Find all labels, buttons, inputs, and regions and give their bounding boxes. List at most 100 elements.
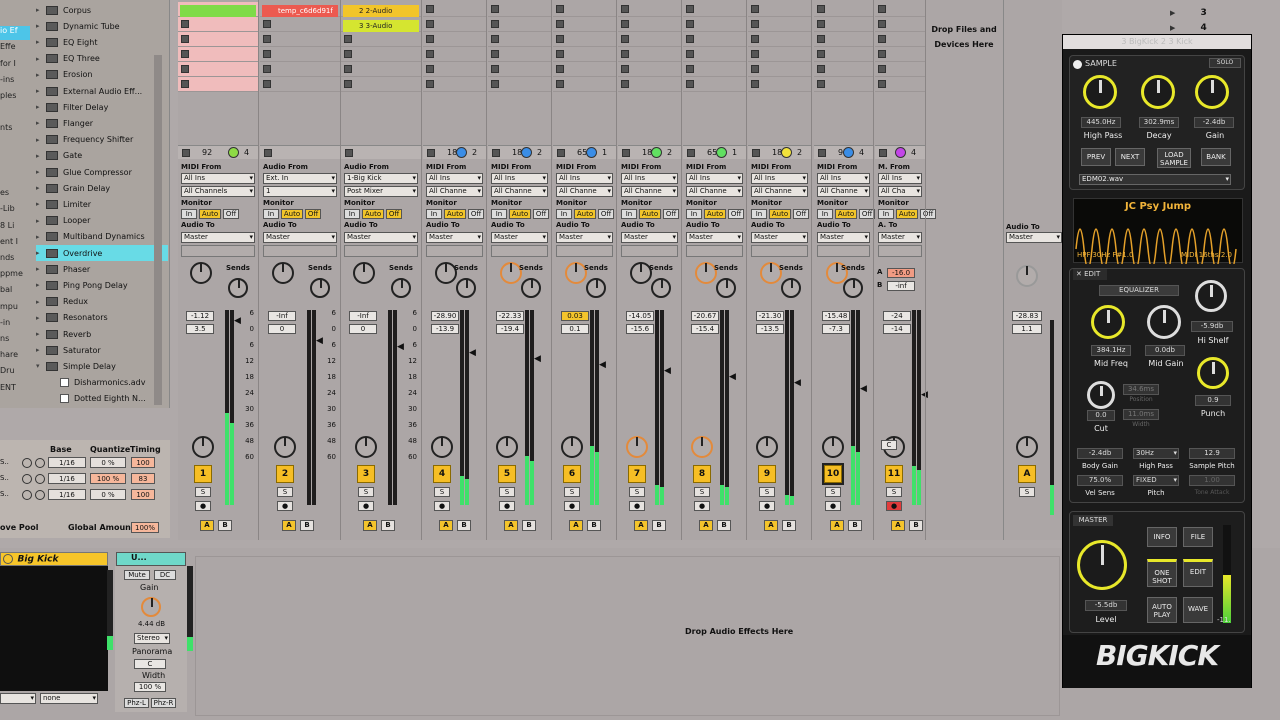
output-sub-select[interactable]: [556, 245, 613, 257]
track-activator[interactable]: 10: [822, 463, 844, 485]
commit-icon[interactable]: [35, 490, 45, 500]
clip-slot[interactable]: [875, 32, 925, 47]
solo-button[interactable]: S: [886, 487, 902, 497]
stop-all-icon[interactable]: [492, 149, 500, 157]
browser-item[interactable]: ▸ Gate: [36, 148, 168, 164]
disclosure-icon[interactable]: ▸: [36, 103, 46, 111]
volume-value[interactable]: 0.03: [561, 311, 589, 321]
return-send-knob[interactable]: [1016, 265, 1038, 287]
monitor-in[interactable]: In: [181, 209, 197, 219]
utility-title-bar[interactable]: U...: [116, 552, 186, 566]
input-channel-select[interactable]: All Cha: [878, 186, 922, 197]
clip-slot[interactable]: [260, 62, 340, 77]
clip-slot[interactable]: [748, 32, 811, 47]
input-type-select[interactable]: All Ins: [556, 173, 613, 184]
volume-value[interactable]: -28.90: [431, 311, 459, 321]
drop-effects-zone[interactable]: [195, 556, 1060, 716]
monitor-auto[interactable]: Auto: [835, 209, 857, 219]
track-activator[interactable]: 8: [693, 465, 711, 483]
arm-button[interactable]: ●: [759, 501, 775, 511]
volume-fader-icon[interactable]: ◀: [469, 348, 476, 358]
slot-stop-icon[interactable]: [686, 65, 694, 73]
commit-icon[interactable]: [35, 458, 45, 468]
clip-slot[interactable]: [683, 17, 746, 32]
input-type-select[interactable]: 1-Big Kick: [344, 173, 418, 184]
solo-button[interactable]: S: [759, 487, 775, 497]
monitor-off[interactable]: Off: [663, 209, 679, 219]
vel-sens-value[interactable]: 75.0%: [1077, 475, 1123, 486]
monitor-auto[interactable]: Auto: [639, 209, 661, 219]
body-gain-value[interactable]: -2.4db: [1077, 448, 1123, 459]
disclosure-icon[interactable]: ▸: [36, 281, 46, 289]
monitor-auto[interactable]: Auto: [281, 209, 303, 219]
slot-stop-icon[interactable]: [686, 35, 694, 43]
disclosure-open-icon[interactable]: ▾: [36, 362, 46, 370]
clip-slot[interactable]: [618, 62, 681, 77]
browser-item[interactable]: ▸ Limiter: [36, 196, 168, 212]
input-type-select[interactable]: All Ins: [878, 173, 922, 184]
slot-stop-icon[interactable]: [686, 50, 694, 58]
clip-slot[interactable]: [553, 77, 616, 92]
clip-slot[interactable]: [488, 62, 551, 77]
solo-button[interactable]: S: [825, 487, 841, 497]
monitor-in[interactable]: In: [426, 209, 442, 219]
slot-stop-icon[interactable]: [817, 50, 825, 58]
next-button[interactable]: NEXT: [1115, 148, 1145, 166]
monitor-off[interactable]: Off: [728, 209, 744, 219]
arm-button[interactable]: ●: [434, 501, 450, 511]
input-type-select[interactable]: All Ins: [686, 173, 743, 184]
clip-slot[interactable]: [178, 62, 258, 77]
clip-slot[interactable]: [553, 62, 616, 77]
track-activator[interactable]: 11: [885, 465, 903, 483]
slot-stop-icon[interactable]: [621, 65, 629, 73]
device-title-bar[interactable]: Big Kick: [0, 552, 108, 566]
browser-item[interactable]: ▸ Redux: [36, 294, 168, 310]
browser-category[interactable]: nts: [0, 123, 30, 137]
return-pan-knob[interactable]: [1016, 436, 1038, 458]
crossfade-a[interactable]: A: [200, 520, 214, 531]
input-channel-select[interactable]: All Channe: [686, 186, 743, 197]
clip-slot[interactable]: [260, 47, 340, 62]
volume-value[interactable]: -Inf: [268, 311, 296, 321]
monitor-off[interactable]: Off: [468, 209, 484, 219]
browser-category[interactable]: nds: [0, 253, 30, 267]
slot-stop-icon[interactable]: [817, 35, 825, 43]
groove-timing[interactable]: 100: [131, 457, 155, 468]
output-sub-select[interactable]: [751, 245, 808, 257]
clip[interactable]: 3 3-Audio: [343, 20, 419, 32]
slot-stop-icon[interactable]: [556, 80, 564, 88]
browser-item[interactable]: Dotted Eighth N...: [50, 391, 169, 407]
input-type-select[interactable]: All Ins: [491, 173, 548, 184]
pitch-mode-select[interactable]: FIXED: [1133, 475, 1179, 486]
output-sub-select[interactable]: [621, 245, 678, 257]
volume-value[interactable]: -20.67: [691, 311, 719, 321]
disclosure-icon[interactable]: ▸: [36, 200, 46, 208]
clip-slot[interactable]: [341, 47, 421, 62]
slot-stop-icon[interactable]: [817, 80, 825, 88]
monitor-off[interactable]: Off: [920, 209, 936, 219]
output-select[interactable]: Master: [426, 232, 483, 243]
send-b-knob[interactable]: [391, 278, 411, 298]
browser-item[interactable]: ▸ Resonators: [36, 310, 168, 326]
send-a-knob[interactable]: [272, 262, 294, 284]
output-sub-select[interactable]: [878, 245, 922, 257]
send-b-knob[interactable]: [843, 278, 863, 298]
input-channel-select[interactable]: All Channe: [751, 186, 808, 197]
solo-button[interactable]: S: [499, 487, 515, 497]
pan-value[interactable]: -19.4: [496, 324, 524, 334]
slot-stop-icon[interactable]: [556, 20, 564, 28]
pan-value[interactable]: 3.5: [186, 324, 214, 334]
pan-value[interactable]: -7.3: [822, 324, 850, 334]
clip-slot[interactable]: [814, 2, 873, 17]
output-sub-select[interactable]: [426, 245, 483, 257]
sample-file-select[interactable]: EDM02.wav: [1079, 174, 1231, 185]
send-b-knob[interactable]: [521, 278, 541, 298]
clip-slot[interactable]: [423, 77, 486, 92]
crossfade-a[interactable]: A: [830, 520, 844, 531]
slot-stop-icon[interactable]: [621, 35, 629, 43]
browser-item[interactable]: ▸ Flanger: [36, 115, 168, 131]
crossfade-b[interactable]: B: [300, 520, 314, 531]
slot-stop-icon[interactable]: [426, 20, 434, 28]
browser-item[interactable]: Disharmonics.adv: [50, 375, 169, 391]
disclosure-icon[interactable]: ▸: [36, 119, 46, 127]
